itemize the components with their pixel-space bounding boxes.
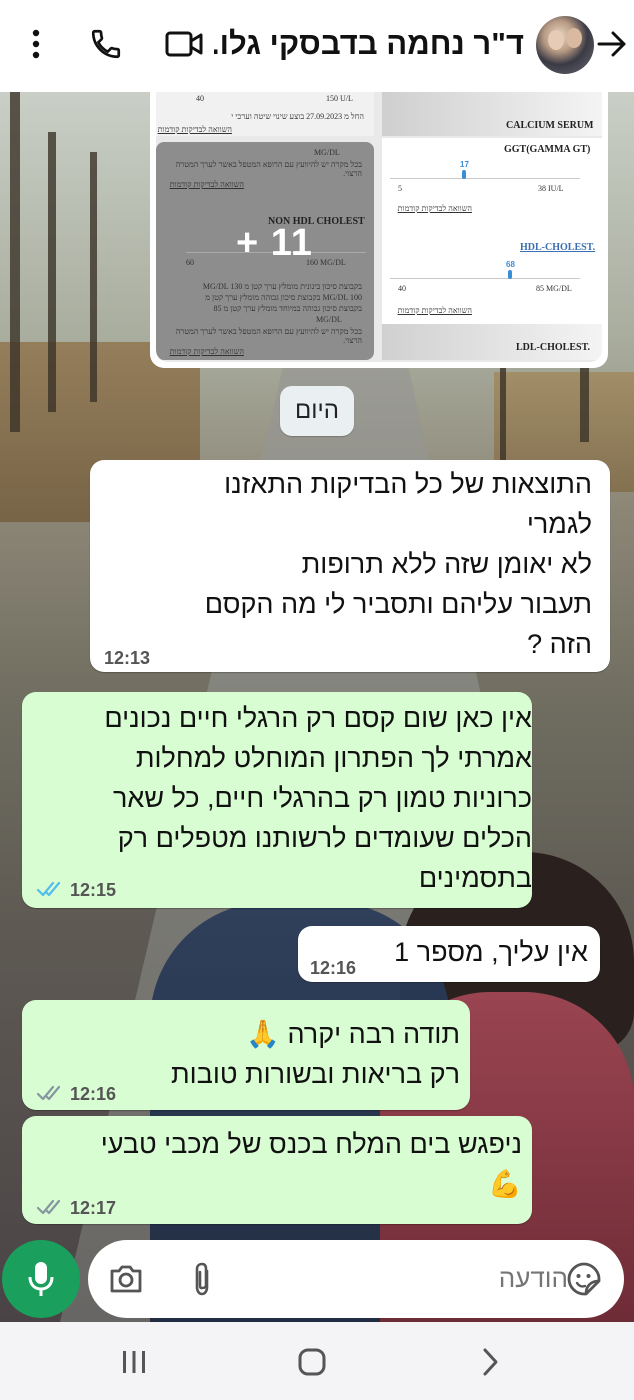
compare-link: השוואה לבדיקות קודמות [169, 347, 244, 356]
range-scale [390, 178, 580, 179]
message-text: אין כאן שום קסם רק הרגלי חיים נכונים אמר… [104, 703, 532, 893]
avatar-face [548, 30, 564, 50]
range-low: 40 [196, 94, 204, 103]
back-arrow-icon[interactable] [592, 24, 632, 64]
compare-link: השוואה לבדיקות קודמות [397, 306, 472, 315]
range-low: 60 [186, 258, 194, 267]
method-note: החל מ 27.09.2023 בוצע שינוי שיטה וערכי י [231, 112, 364, 121]
message-time: 12:16 [70, 1084, 117, 1104]
camera-icon[interactable] [106, 1259, 146, 1299]
calcium-title: CALCIUM SERUM [506, 120, 594, 131]
wallpaper-tree [48, 132, 56, 412]
message-composer[interactable] [88, 1240, 624, 1318]
range-scale [390, 278, 580, 279]
date-separator: היום [280, 386, 354, 436]
risk-note: MG/DL [316, 315, 342, 324]
lab-card: CALCIUM SERUM [382, 92, 602, 136]
unit-label: MG/DL [314, 148, 340, 157]
recents-icon[interactable] [112, 1340, 156, 1384]
lab-panel-left: 40 150 U/L החל מ 27.09.2023 בוצע שינוי ש… [156, 92, 374, 360]
incoming-message[interactable]: התוצאות של כל הבדיקות התאזנו לגמרי לא יא… [90, 460, 610, 672]
hdl-value: 68 [506, 260, 515, 269]
message-time: 12:13 [104, 648, 151, 668]
mic-button[interactable] [2, 1240, 80, 1318]
avatar-face [566, 28, 582, 48]
sticker-icon[interactable] [564, 1259, 604, 1299]
hdl-title: HDL-CHOLEST. [520, 242, 596, 253]
contact-avatar[interactable] [536, 16, 594, 74]
ggt-title: GGT(GAMMA GT) [504, 144, 591, 155]
message-time: 12:15 [70, 880, 117, 900]
message-time: 12:16 [310, 958, 357, 978]
message-text: התוצאות של כל הבדיקות התאזנו לגמרי לא יא… [204, 469, 592, 659]
delivered-ticks-icon [36, 1199, 61, 1215]
outgoing-message[interactable]: אין כאן שום קסם רק הרגלי חיים נכונים אמר… [22, 692, 532, 908]
risk-note: MG/DL 100 בקבוצת סיכון גבוהה מומלץ ערך ק… [205, 293, 362, 302]
ldl-title: LDL-CHOLEST. [516, 342, 590, 353]
incoming-message[interactable]: אין עליך, מספר 1 12:16 [298, 926, 600, 982]
chat-header: ד"ר נחמה בדבסקי גלו... [0, 0, 634, 92]
home-icon[interactable] [290, 1340, 334, 1384]
lab-card: LDL-CHOLEST. [382, 324, 602, 360]
range-low: 40 [398, 284, 406, 293]
compare-link: השוואה לבדיקות קודמות [169, 180, 244, 189]
shared-image-message[interactable]: 40 150 U/L החל מ 27.09.2023 בוצע שינוי ש… [150, 92, 608, 368]
read-ticks-icon [36, 881, 61, 897]
risk-note: בקבוצת סיכון גבוהה במיוחד מומלץ ערך קטן … [213, 304, 362, 313]
consult-note: בכל מקרה יש להיוועץ עם הרופא המטפל באשר … [175, 160, 362, 178]
more-vert-icon[interactable] [16, 24, 56, 64]
value-marker [508, 270, 512, 279]
lab-card: GGT(GAMMA GT) 17 5 38 IU/L השוואה לבדיקו… [382, 138, 602, 360]
outgoing-message[interactable]: ניפגש בים המלח בכנס של מכבי טבעי 💪 12:17 [22, 1116, 532, 1224]
more-images-count: + 11 [236, 222, 313, 264]
lab-panel-right: CALCIUM SERUM GGT(GAMMA GT) 17 5 38 IU/L… [382, 92, 602, 360]
range-high: 150 U/L [326, 94, 353, 103]
ggt-value: 17 [460, 160, 469, 169]
range-high: 85 MG/DL [536, 284, 572, 293]
message-time: 12:17 [70, 1198, 117, 1218]
video-call-icon[interactable] [164, 24, 204, 64]
back-icon[interactable] [468, 1340, 512, 1384]
message-text: ניפגש בים המלח בכנס של מכבי טבעי 💪 [100, 1129, 522, 1199]
range-high: 38 IU/L [538, 184, 564, 193]
wallpaper-tree [10, 92, 20, 432]
risk-note: בקבוצת סיכון בינונית מומלץ ערך קטן מ MG/… [202, 282, 362, 291]
compare-link: השוואה לבדיקות קודמות [397, 204, 472, 213]
lab-card: 40 150 U/L החל מ 27.09.2023 בוצע שינוי ש… [156, 92, 374, 136]
compare-link: השוואה לבדיקות קודמות [157, 125, 232, 134]
system-nav-bar [0, 1322, 634, 1400]
contact-name[interactable]: ד"ר נחמה בדבסקי גלו... [214, 24, 524, 64]
delivered-ticks-icon [36, 1085, 61, 1101]
value-marker [462, 170, 466, 179]
wallpaper-tree [90, 152, 97, 402]
message-input[interactable] [448, 1258, 568, 1298]
message-text: תודה רבה יקרה 🙏 רק בריאות ובשורות טובות [171, 1019, 460, 1089]
message-text: אין עליך, מספר 1 [394, 937, 588, 967]
phone-icon[interactable] [86, 24, 126, 64]
outgoing-message[interactable]: תודה רבה יקרה 🙏 רק בריאות ובשורות טובות … [22, 1000, 470, 1110]
attach-icon[interactable] [182, 1259, 222, 1299]
lab-results-screenshot: 40 150 U/L החל מ 27.09.2023 בוצע שינוי ש… [156, 92, 602, 362]
range-low: 5 [398, 184, 402, 193]
consult-note: בכל מקרה יש להיוועץ עם הרופא המטפל באשר … [175, 327, 362, 345]
mic-icon [28, 1262, 54, 1296]
